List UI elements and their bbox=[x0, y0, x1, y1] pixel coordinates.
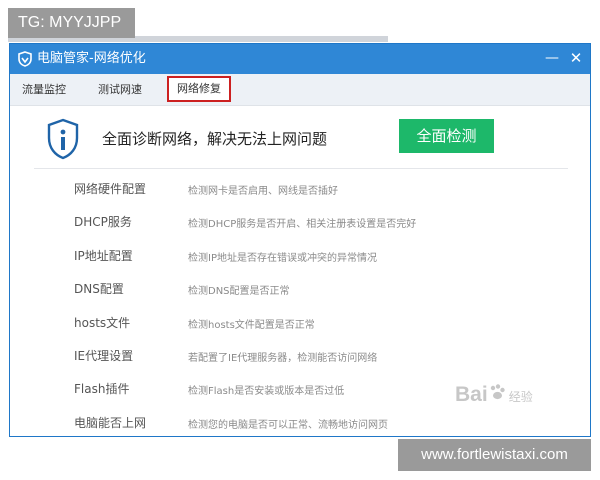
tab-bar: 流量监控 测试网速 网络修复 bbox=[10, 74, 590, 106]
close-button[interactable]: ✕ bbox=[566, 48, 586, 68]
site-url-badge: www.fortlewistaxi.com bbox=[398, 439, 591, 471]
baidu-watermark: Bai 经验 bbox=[455, 383, 533, 407]
check-item-desc: 检测hosts文件配置是否正常 bbox=[188, 320, 315, 331]
check-item-desc: 检测DHCP服务是否开启、相关注册表设置是否完好 bbox=[188, 219, 417, 230]
divider bbox=[34, 168, 568, 169]
check-item-name: IP地址配置 bbox=[74, 249, 133, 263]
watermark-text: Bai bbox=[455, 383, 488, 406]
check-item-name: DHCP服务 bbox=[74, 215, 132, 229]
tab-traffic-monitor[interactable]: 流量监控 bbox=[22, 74, 66, 105]
check-item-desc: 检测您的电脑是否可以正常、流畅地访问网页 bbox=[188, 420, 388, 431]
check-item: hosts文件 检测hosts文件配置是否正常 bbox=[10, 306, 590, 338]
check-item-name: DNS配置 bbox=[74, 282, 124, 296]
check-item: 电脑能否上网 检测您的电脑是否可以正常、流畅地访问网页 bbox=[10, 406, 590, 438]
check-item-name: hosts文件 bbox=[74, 316, 131, 330]
tab-network-repair[interactable]: 网络修复 bbox=[167, 76, 231, 102]
check-item-desc: 检测DNS配置是否正常 bbox=[188, 286, 290, 297]
tab-speed-test[interactable]: 测试网速 bbox=[98, 74, 142, 105]
check-item-name: IE代理设置 bbox=[74, 349, 134, 363]
diagnose-headline: 全面诊断网络，解决无法上网问题 bbox=[102, 130, 328, 148]
title-bar: 电脑管家-网络优化 — ✕ bbox=[10, 44, 590, 74]
app-logo-icon bbox=[18, 51, 32, 67]
check-item-desc: 若配置了IE代理服务器，检测能否访问网络 bbox=[188, 353, 378, 364]
app-window: 电脑管家-网络优化 — ✕ 流量监控 测试网速 网络修复 全面诊断网络，解决无法… bbox=[9, 43, 591, 437]
paw-icon bbox=[490, 384, 505, 400]
check-item-name: 网络硬件配置 bbox=[74, 182, 147, 196]
check-item: IP地址配置 检测IP地址是否存在错误或冲突的异常情况 bbox=[10, 239, 590, 271]
check-item: IE代理设置 若配置了IE代理服务器，检测能否访问网络 bbox=[10, 339, 590, 371]
watermark-subtext: 经验 bbox=[508, 390, 533, 404]
check-item-desc: 检测Flash是否安装或版本是否过低 bbox=[188, 386, 345, 397]
tg-badge: TG: MYYJJPP bbox=[8, 8, 135, 38]
check-item: DNS配置 检测DNS配置是否正常 bbox=[10, 272, 590, 304]
check-item-desc: 检测网卡是否启用、网线是否插好 bbox=[188, 186, 338, 197]
check-item-name: Flash插件 bbox=[74, 382, 130, 396]
window-title: 电脑管家-网络优化 bbox=[37, 51, 146, 66]
check-item-name: 电脑能否上网 bbox=[74, 416, 147, 430]
minimize-button[interactable]: — bbox=[542, 48, 562, 68]
check-item: DHCP服务 检测DHCP服务是否开启、相关注册表设置是否完好 bbox=[10, 205, 590, 237]
check-item: 网络硬件配置 检测网卡是否启用、网线是否插好 bbox=[10, 172, 590, 204]
check-item-desc: 检测IP地址是否存在错误或冲突的异常情况 bbox=[188, 253, 377, 264]
full-scan-button[interactable]: 全面检测 bbox=[399, 119, 494, 153]
shield-info-icon bbox=[47, 118, 79, 160]
